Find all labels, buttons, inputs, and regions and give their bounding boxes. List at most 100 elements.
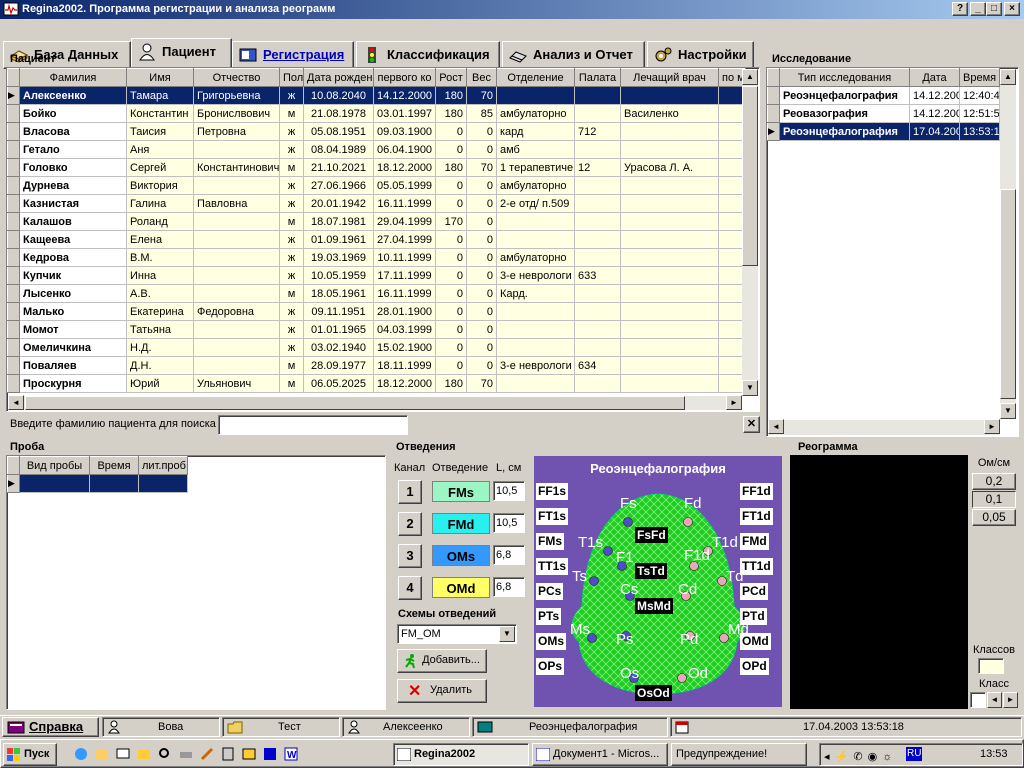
- lead-label-right[interactable]: TT1d: [740, 558, 773, 575]
- table-row[interactable]: Реовазография14.12.200012:51:5: [767, 104, 1000, 123]
- chevron-down-icon[interactable]: ▼: [499, 626, 515, 642]
- ie-icon[interactable]: [73, 746, 89, 762]
- lead-label-left[interactable]: FMs: [536, 533, 564, 550]
- table-row[interactable]: Калашов Роланд м 18.07.1981 29.04.1999 170 0: [7, 212, 746, 231]
- search-input[interactable]: [218, 415, 408, 435]
- table-row[interactable]: ▶Реоэнцефалография17.04.200313:53:1: [767, 122, 1000, 141]
- lead-label-right[interactable]: PCd: [740, 583, 768, 600]
- col-header[interactable]: Палата: [574, 68, 621, 87]
- channel-button-3[interactable]: 3: [398, 544, 422, 568]
- close-button[interactable]: ×: [1004, 2, 1020, 16]
- scroll-up-icon[interactable]: ▲: [742, 69, 758, 85]
- minimize-button[interactable]: _: [970, 2, 986, 16]
- tab-settings[interactable]: Настройки: [647, 41, 754, 69]
- search-icon[interactable]: [157, 746, 173, 762]
- col-header[interactable]: Дата рождени: [303, 68, 374, 87]
- lead-name[interactable]: FMs: [432, 481, 490, 502]
- tab-patient[interactable]: Пациент: [131, 38, 232, 69]
- clear-search-icon[interactable]: ✕: [743, 416, 760, 433]
- table-row[interactable]: Поваляев Д.Н. м 28.09.1977 18.11.1999 0 0 3-е н…: [7, 356, 746, 375]
- lead-label-right[interactable]: OPd: [740, 658, 769, 675]
- study-vscrollbar[interactable]: ▲ ▼: [1000, 69, 1016, 419]
- lead-name[interactable]: FMd: [432, 513, 490, 534]
- lead-label-left[interactable]: TT1s: [536, 558, 569, 575]
- paint-icon[interactable]: [199, 746, 215, 762]
- table-row[interactable]: Лысенко А.В. м 18.05.1961 16.11.1999 0 0 Кард.: [7, 284, 746, 303]
- col-header[interactable]: Время: [89, 456, 139, 475]
- col-header[interactable]: Тип исследования: [779, 68, 910, 87]
- classes-field[interactable]: [978, 658, 1004, 674]
- class-prev-icon[interactable]: ◄: [987, 692, 1002, 708]
- col-header[interactable]: Вид пробы: [19, 456, 90, 475]
- table-row[interactable]: Реоэнцефалография14.12.200012:40:4: [767, 86, 1000, 105]
- taskbar-item-regina[interactable]: Regina2002: [393, 743, 529, 766]
- class-field[interactable]: [970, 692, 986, 708]
- taskbar-item-word[interactable]: Документ1 - Micros...: [532, 743, 668, 766]
- lead-label-left[interactable]: PTs: [536, 608, 562, 625]
- scale-button[interactable]: 0,1: [972, 491, 1016, 508]
- add-scheme-button[interactable]: Добавить...: [397, 649, 487, 673]
- col-header[interactable]: Лечащий врач: [620, 68, 719, 87]
- channel-button-2[interactable]: 2: [398, 512, 422, 536]
- table-row[interactable]: Власова Таисия Петровна ж 05.08.1951 09.03.19…: [7, 122, 746, 141]
- table-row[interactable]: Кедрова В.М. ж 19.03.1969 10.11.1999 0 0 амбула…: [7, 248, 746, 267]
- table-row[interactable]: ▶: [7, 474, 188, 493]
- col-header[interactable]: Отчество: [193, 68, 280, 87]
- scroll-left-icon[interactable]: ◄: [8, 395, 24, 410]
- col-header[interactable]: Дата: [909, 68, 960, 87]
- table-row[interactable]: Дурнева Виктория ж 27.06.1966 05.05.1999 0 0 ам…: [7, 176, 746, 195]
- table-row[interactable]: Малько Екатерина Федоровна ж 09.11.1951 28.01…: [7, 302, 746, 321]
- table-row[interactable]: ▶ Алексеенко Тамара Григорьевна ж 10.08.2040 1…: [7, 86, 746, 105]
- channel-button-4[interactable]: 4: [398, 576, 422, 600]
- scheme-select[interactable]: FM_OM ▼: [397, 624, 517, 644]
- table-row[interactable]: Момот Татьяна ж 01.01.1965 04.03.1999 0 0: [7, 320, 746, 339]
- lead-label-left[interactable]: FT1s: [536, 508, 569, 525]
- lead-length-field[interactable]: 10,5: [493, 513, 525, 533]
- lead-label-left[interactable]: PCs: [536, 583, 564, 600]
- class-next-icon[interactable]: ►: [1003, 692, 1018, 708]
- disk-icon[interactable]: [262, 746, 278, 762]
- channel-button-1[interactable]: 1: [398, 480, 422, 504]
- language-indicator[interactable]: RU: [906, 747, 923, 761]
- tab-registration[interactable]: Регистрация: [232, 41, 354, 69]
- desktop-icon[interactable]: [115, 746, 131, 762]
- study-hscrollbar[interactable]: ◄ ►: [768, 419, 1000, 435]
- tab-analysis-report[interactable]: Анализ и Отчет: [502, 41, 645, 69]
- calculator-icon[interactable]: [220, 746, 236, 762]
- table-row[interactable]: Гетало Аня ж 08.04.1989 06.04.1900 0 0 амб: [7, 140, 746, 159]
- scale-button[interactable]: 0,2: [972, 473, 1016, 490]
- folder-icon[interactable]: [136, 746, 152, 762]
- col-header[interactable]: лит.проб: [138, 456, 188, 475]
- scroll-down-icon[interactable]: ▼: [1000, 403, 1016, 419]
- tab-classification[interactable]: Классификация: [356, 41, 500, 69]
- col-header[interactable]: Имя: [126, 68, 194, 87]
- lead-label-left[interactable]: FF1s: [536, 483, 569, 500]
- lead-label-right[interactable]: FT1d: [740, 508, 773, 525]
- lead-label-right[interactable]: FF1d: [740, 483, 773, 500]
- help-status-button[interactable]: Справка: [2, 717, 99, 737]
- col-header[interactable]: Отделение: [496, 68, 575, 87]
- explorer-icon[interactable]: [241, 746, 257, 762]
- delete-scheme-button[interactable]: ✕ Удалить: [397, 679, 487, 703]
- col-header[interactable]: Рост: [435, 68, 467, 87]
- table-row[interactable]: Омеличкина Н.Д. ж 03.02.1940 15.02.1900 0 0: [7, 338, 746, 357]
- help-button[interactable]: ?: [952, 2, 968, 16]
- word-icon[interactable]: W: [283, 746, 299, 762]
- lead-length-field[interactable]: 6,8: [493, 577, 525, 597]
- scroll-right-icon[interactable]: ►: [726, 395, 742, 410]
- lead-label-right[interactable]: FMd: [740, 533, 769, 550]
- table-row[interactable]: Бойко Константин Бронислвович м 21.08.1978 03…: [7, 104, 746, 123]
- lead-label-left[interactable]: OPs: [536, 658, 565, 675]
- table-row[interactable]: Кащеева Елена ж 01.09.1961 27.04.1999 0 0: [7, 230, 746, 249]
- probe-grid[interactable]: Вид пробы Время лит.проб ▶: [6, 455, 386, 710]
- col-header[interactable]: Вес: [466, 68, 497, 87]
- scroll-right-icon[interactable]: ►: [984, 419, 1000, 434]
- scroll-thumb[interactable]: [25, 396, 685, 410]
- patient-vscrollbar[interactable]: ▲ ▼: [742, 69, 758, 396]
- lead-label-right[interactable]: PTd: [740, 608, 767, 625]
- lead-label-center[interactable]: MsMd: [635, 598, 673, 614]
- col-header[interactable]: Пол: [279, 68, 304, 87]
- table-row[interactable]: Проскурня Юрий Ульянович м 06.05.2025 18.12.2…: [7, 374, 746, 393]
- lead-label-center[interactable]: FsFd: [635, 527, 668, 543]
- start-button[interactable]: Пуск: [3, 743, 57, 766]
